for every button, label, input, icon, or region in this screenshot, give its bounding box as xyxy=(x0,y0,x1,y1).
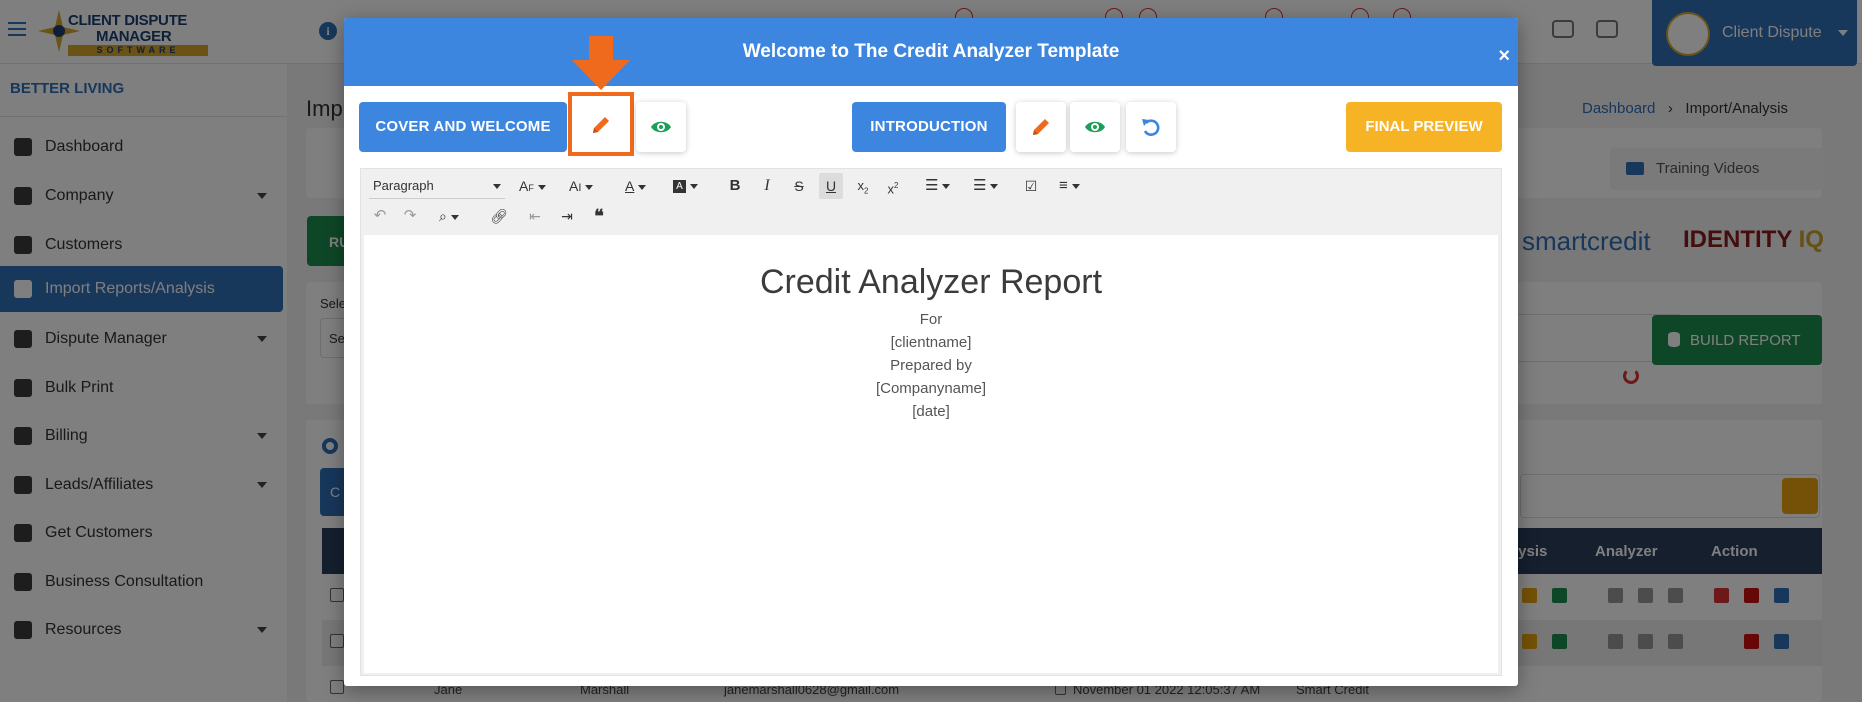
modal-header: Welcome to The Credit Analyzer Template … xyxy=(344,18,1518,86)
close-icon[interactable]: × xyxy=(1498,22,1510,90)
chevron-down-icon xyxy=(990,183,999,189)
outdent-icon[interactable]: ⇤ xyxy=(523,203,547,229)
cover-and-welcome-button[interactable]: COVER AND WELCOME xyxy=(359,102,567,152)
font-color-button[interactable]: A xyxy=(621,173,665,199)
pencil-icon xyxy=(1033,119,1049,135)
chevron-down-icon xyxy=(1071,183,1080,189)
eye-icon xyxy=(651,121,671,133)
modal-title: Welcome to The Credit Analyzer Template xyxy=(742,41,1120,62)
indent-icon[interactable]: ⇥ xyxy=(555,203,579,229)
find-replace-icon[interactable]: ⌕ xyxy=(435,203,477,229)
chevron-down-icon xyxy=(690,184,698,190)
cover-preview-button[interactable] xyxy=(636,102,686,152)
document-line: [Companyname] xyxy=(875,380,987,397)
rich-text-editor: Paragraph AF AI A A B I S U x2 x2 ☰ ☰ ☑ … xyxy=(360,168,1502,676)
document-line: [clientname] xyxy=(890,334,972,351)
bold-button[interactable]: B xyxy=(723,173,747,199)
credit-analyzer-template-modal: Welcome to The Credit Analyzer Template … xyxy=(344,18,1518,686)
introduction-edit-button[interactable] xyxy=(1016,102,1066,152)
numbered-list-icon[interactable]: ☰ xyxy=(969,173,1011,199)
blockquote-icon[interactable]: ❝ xyxy=(587,203,611,229)
editor-content[interactable]: Credit Analyzer Report For [clientname] … xyxy=(364,235,1498,673)
link-icon[interactable]: 🔗︎ xyxy=(487,203,511,229)
chevron-down-icon xyxy=(942,183,951,189)
background-color-button[interactable]: A xyxy=(669,173,713,199)
final-preview-button[interactable]: FINAL PREVIEW xyxy=(1346,102,1502,152)
chevron-down-icon xyxy=(493,184,501,189)
paragraph-style-select[interactable]: Paragraph xyxy=(369,173,505,199)
down-arrow-icon xyxy=(572,36,630,90)
chevron-down-icon xyxy=(585,185,594,191)
font-family-button[interactable]: AF xyxy=(515,173,561,199)
subscript-icon[interactable]: x2 xyxy=(851,173,875,199)
undo-icon[interactable]: ↶ xyxy=(369,203,391,229)
introduction-reset-button[interactable] xyxy=(1126,102,1176,152)
italic-button[interactable]: I xyxy=(755,173,779,199)
chevron-down-icon xyxy=(537,185,546,191)
eye-icon xyxy=(1085,121,1105,133)
redo-icon[interactable]: ↷ xyxy=(399,203,421,229)
introduction-button[interactable]: INTRODUCTION xyxy=(852,102,1006,152)
bulleted-list-icon[interactable]: ☰ xyxy=(921,173,963,199)
introduction-preview-button[interactable] xyxy=(1070,102,1120,152)
font-size-button[interactable]: AI xyxy=(565,173,611,199)
document-title: Credit Analyzer Report xyxy=(759,263,1103,301)
underline-button[interactable]: U xyxy=(819,173,843,199)
pencil-icon xyxy=(593,117,609,133)
superscript-icon[interactable]: x2 xyxy=(881,173,905,199)
cover-edit-button[interactable] xyxy=(576,100,626,150)
document-line: Prepared by xyxy=(890,357,972,374)
paragraph-style-value: Paragraph xyxy=(373,178,434,193)
editor-toolbar: Paragraph AF AI A A B I S U x2 x2 ☰ ☰ ☑ … xyxy=(361,169,1501,235)
document-line: For xyxy=(919,311,943,328)
align-left-icon[interactable]: ≡ xyxy=(1055,173,1097,199)
strikethrough-button[interactable]: S xyxy=(787,173,811,199)
chevron-down-icon xyxy=(638,185,647,191)
chevron-down-icon xyxy=(450,214,459,220)
todo-list-icon[interactable]: ☑ xyxy=(1019,173,1043,199)
document-line: [date] xyxy=(912,403,950,420)
undo-icon xyxy=(1142,119,1160,136)
